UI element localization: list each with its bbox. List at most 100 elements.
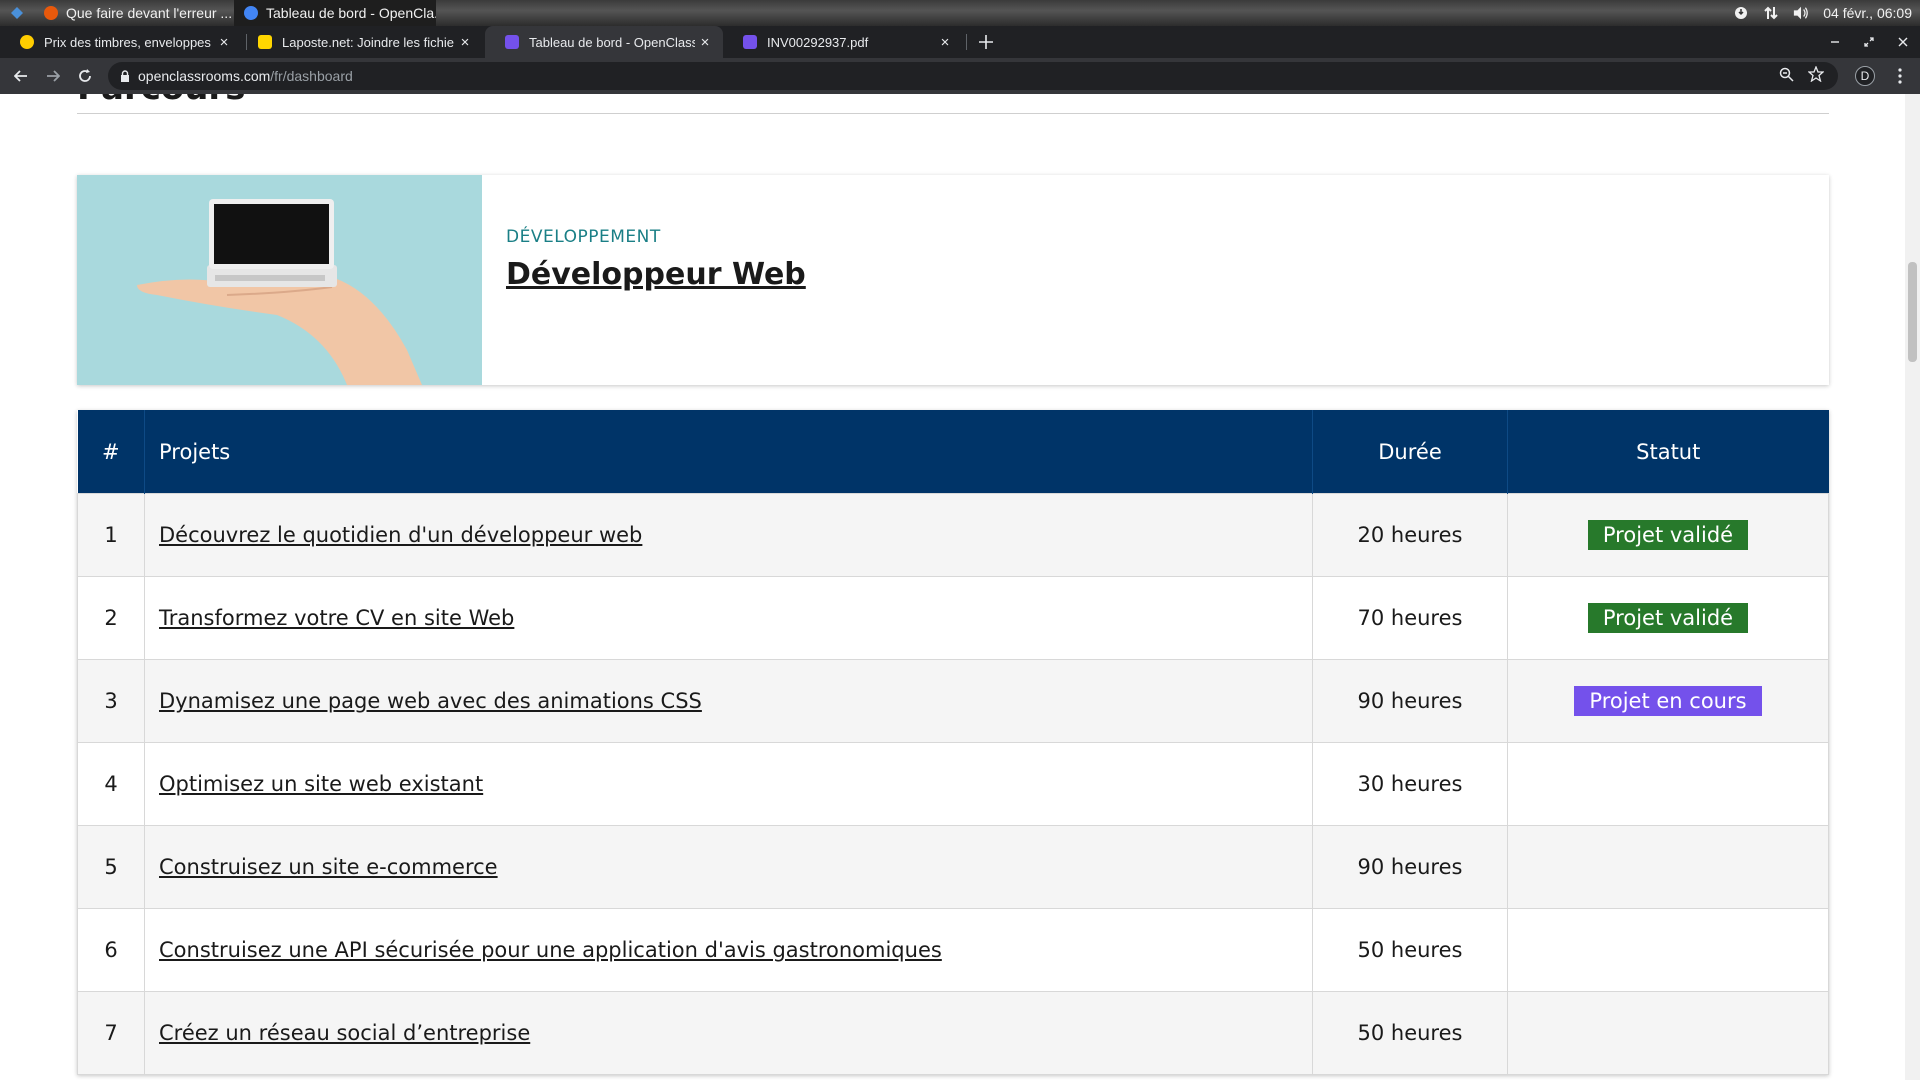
project-number: 5	[77, 825, 145, 909]
update-icon[interactable]	[1733, 5, 1749, 21]
close-window-button[interactable]	[1886, 34, 1920, 50]
close-tab-icon[interactable]: ×	[935, 34, 955, 51]
table-row: 7 Créez un réseau social d’entreprise 50…	[77, 991, 1829, 1075]
project-number: 6	[77, 908, 145, 992]
page-scrollbar[interactable]	[1905, 94, 1920, 1080]
project-link[interactable]: Dynamisez une page web avec des animatio…	[159, 689, 702, 713]
tab-laposte-net[interactable]: Laposte.net: Joindre les fichie ×	[238, 26, 483, 58]
browser-tab-strip: Prix des timbres, enveloppes × Laposte.n…	[0, 26, 1920, 58]
zoom-icon[interactable]	[1779, 67, 1794, 82]
project-name-cell: Dynamisez une page web avec des animatio…	[144, 659, 1313, 743]
project-link[interactable]: Créez un réseau social d’entreprise	[159, 1021, 530, 1045]
projects-table: # Projets Durée Statut 1 Découvrez le qu…	[77, 410, 1829, 1075]
course-title-link[interactable]: Développeur Web	[506, 257, 806, 292]
system-tray: 04 févr., 06:09	[1733, 0, 1912, 26]
browser-toolbar: openclassrooms.com/fr/dashboard D	[0, 58, 1920, 94]
tab-prix-des-timbres[interactable]: Prix des timbres, enveloppes ×	[0, 26, 242, 58]
project-status-cell: Projet validé	[1507, 576, 1829, 660]
volume-icon[interactable]	[1793, 5, 1809, 21]
project-duration: 50 heures	[1312, 991, 1508, 1075]
omnibox-actions	[1779, 66, 1824, 82]
table-row: 4 Optimisez un site web existant 30 heur…	[77, 742, 1829, 826]
app-menu-icon[interactable]	[0, 0, 34, 26]
taskbar-window-2[interactable]: Tableau de bord - OpenCla...	[234, 0, 436, 26]
project-link[interactable]: Transformez votre CV en site Web	[159, 606, 514, 630]
taskbar-window-title: Tableau de bord - OpenCla...	[266, 5, 436, 21]
project-status-cell	[1507, 825, 1829, 909]
heading-divider	[77, 113, 1829, 114]
address-bar[interactable]: openclassrooms.com/fr/dashboard	[108, 62, 1838, 90]
new-tab-button[interactable]	[976, 26, 996, 58]
table-row: 1 Découvrez le quotidien d'un développeu…	[77, 493, 1829, 577]
project-link[interactable]: Optimisez un site web existant	[159, 772, 483, 796]
plus-icon	[979, 35, 993, 49]
project-status-cell	[1507, 908, 1829, 992]
taskbar-window-1[interactable]: Que faire devant l'erreur ...	[34, 0, 234, 26]
project-number: 7	[77, 991, 145, 1075]
table-header-row: # Projets Durée Statut	[77, 410, 1829, 494]
tab-divider	[966, 34, 967, 50]
course-category: DÉVELOPPEMENT	[506, 227, 661, 247]
star-bookmark-icon[interactable]	[1808, 66, 1824, 82]
project-number: 1	[77, 493, 145, 577]
url-host: openclassrooms.com	[138, 68, 271, 84]
project-duration: 50 heures	[1312, 908, 1508, 992]
arrow-left-icon	[14, 70, 27, 82]
reload-button[interactable]	[70, 58, 100, 94]
project-link[interactable]: Construisez un site e-commerce	[159, 855, 498, 879]
url-text: openclassrooms.com/fr/dashboard	[138, 68, 353, 84]
column-header-number: #	[77, 410, 145, 494]
taskbar-window-title: Que faire devant l'erreur ...	[66, 5, 233, 21]
laposte-favicon-icon	[20, 35, 34, 49]
network-icon[interactable]	[1763, 5, 1779, 21]
close-tab-icon[interactable]: ×	[455, 34, 475, 51]
status-badge: Projet validé	[1587, 603, 1749, 633]
project-link[interactable]: Construisez une API sécurisée pour une a…	[159, 938, 942, 962]
column-header-status: Statut	[1507, 410, 1829, 494]
project-name-cell: Créez un réseau social d’entreprise	[144, 991, 1313, 1075]
table-row: 3 Dynamisez une page web avec des animat…	[77, 659, 1829, 743]
projects-table-body: 1 Découvrez le quotidien d'un développeu…	[77, 493, 1829, 1075]
column-header-duration: Durée	[1312, 410, 1508, 494]
course-card[interactable]: DÉVELOPPEMENT Développeur Web	[77, 175, 1829, 385]
tab-tableau-de-bord[interactable]: Tableau de bord - OpenClassr ×	[485, 26, 723, 58]
openclassrooms-favicon-icon	[505, 35, 519, 49]
tab-title: Laposte.net: Joindre les fichie	[282, 34, 454, 50]
project-status-cell	[1507, 742, 1829, 826]
close-tab-icon[interactable]: ×	[214, 34, 234, 51]
chrome-icon	[244, 6, 258, 20]
project-link[interactable]: Découvrez le quotidien d'un développeur …	[159, 523, 642, 547]
project-duration: 70 heures	[1312, 576, 1508, 660]
tab-title: Tableau de bord - OpenClassr	[529, 34, 695, 50]
project-number: 3	[77, 659, 145, 743]
scrollbar-thumb[interactable]	[1908, 262, 1917, 362]
system-taskbar: Que faire devant l'erreur ... Tableau de…	[0, 0, 1920, 26]
tab-title: Prix des timbres, enveloppes	[44, 34, 211, 50]
arrow-right-icon	[47, 70, 60, 82]
url-path: /fr/dashboard	[270, 68, 353, 84]
avatar-initial: D	[1860, 69, 1870, 83]
project-status-cell	[1507, 991, 1829, 1075]
table-row: 5 Construisez un site e-commerce 90 heur…	[77, 825, 1829, 909]
project-duration: 30 heures	[1312, 742, 1508, 826]
clock[interactable]: 04 févr., 06:09	[1823, 5, 1912, 21]
forward-button[interactable]	[38, 58, 68, 94]
project-duration: 90 heures	[1312, 659, 1508, 743]
page-content: Parcours DÉVELOPPEMENT Développeur Web #	[0, 94, 1905, 1080]
window-controls	[1818, 26, 1920, 58]
project-number: 4	[77, 742, 145, 826]
close-tab-icon[interactable]: ×	[695, 34, 715, 51]
project-duration: 20 heures	[1312, 493, 1508, 577]
profile-avatar[interactable]: D	[1855, 66, 1875, 86]
project-duration: 90 heures	[1312, 825, 1508, 909]
openclassrooms-favicon-icon	[743, 35, 757, 49]
laposte-net-favicon-icon	[258, 35, 272, 49]
project-name-cell: Construisez une API sécurisée pour une a…	[144, 908, 1313, 992]
table-row: 2 Transformez votre CV en site Web 70 he…	[77, 576, 1829, 660]
browser-menu-button[interactable]	[1890, 58, 1910, 94]
restore-button[interactable]	[1852, 34, 1886, 50]
project-status-cell: Projet en cours	[1507, 659, 1829, 743]
tab-invoice-pdf[interactable]: INV00292937.pdf ×	[723, 26, 963, 58]
back-button[interactable]	[6, 58, 36, 94]
minimize-button[interactable]	[1818, 34, 1852, 50]
